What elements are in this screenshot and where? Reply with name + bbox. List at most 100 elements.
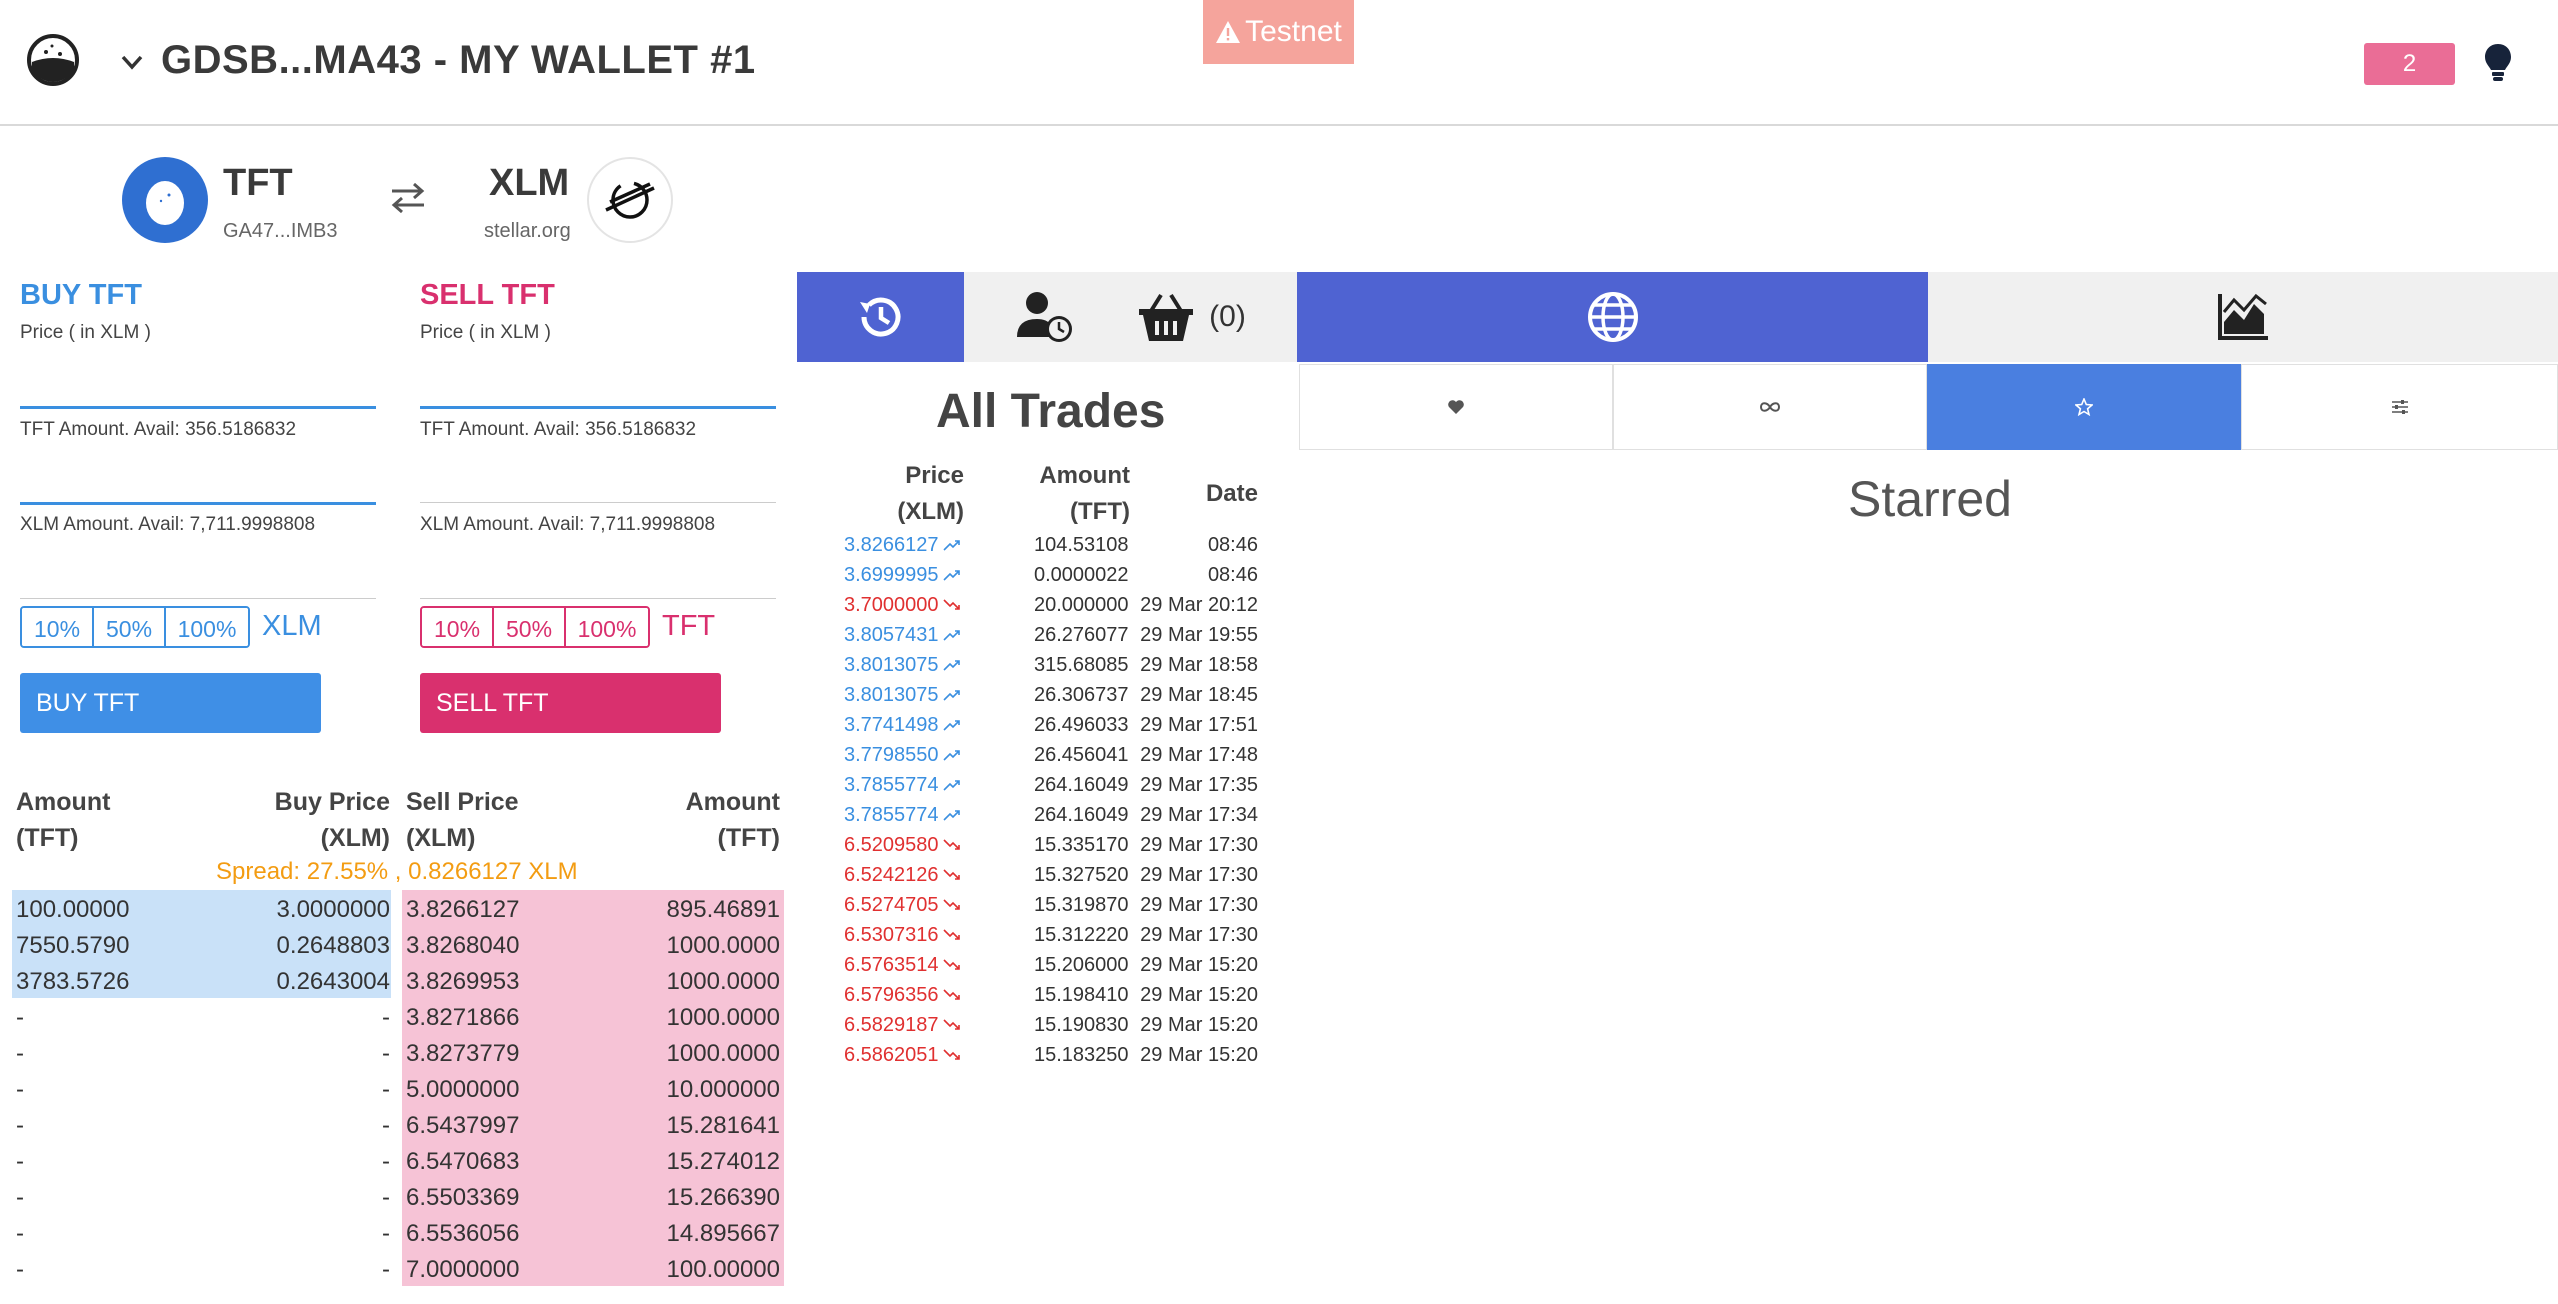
trade-row: 3.7855774 264.16049 29 Mar 17:35 <box>800 771 1270 801</box>
sell-tft-amount-input[interactable] <box>420 464 776 500</box>
sell-tft-button[interactable]: SELL TFT <box>420 673 721 733</box>
trend-down-icon <box>942 1049 960 1060</box>
orderbook-row[interactable]: - -6.5503369 15.266390 <box>0 1180 800 1216</box>
ob-sell-price-header: Sell Price (XLM) <box>406 788 519 852</box>
trades-price-header: Price (XLM) <box>897 462 964 525</box>
tab-trade-history[interactable] <box>797 272 964 362</box>
orderbook-row[interactable]: - -6.5470683 15.274012 <box>0 1144 800 1180</box>
filter-favorites[interactable] <box>1299 364 1613 450</box>
orderbook-row[interactable]: - -3.8273779 1000.0000 <box>0 1036 800 1072</box>
trade-price: 6.5763514 <box>844 954 961 977</box>
trade-price-value: 3.7798550 <box>844 744 939 766</box>
tab-charts[interactable] <box>1928 272 2558 362</box>
ob-ask-amount: 1000.0000 <box>666 1040 780 1067</box>
trade-amount: 26.496033 <box>1034 714 1129 736</box>
buy-tft-button[interactable]: BUY TFT <box>20 673 321 733</box>
trend-down-icon <box>942 959 960 970</box>
sell-10-percent-button[interactable]: 10% <box>422 608 494 646</box>
cart-count: (0) <box>1209 300 1246 333</box>
trades-amount-header: Amount (TFT) <box>1039 462 1130 525</box>
ob-bid-amount: 7550.5790 <box>16 932 130 959</box>
trade-price-value: 6.5274705 <box>844 894 939 916</box>
ob-bid-amount: - <box>16 1256 24 1283</box>
filter-settings[interactable] <box>2241 364 2558 450</box>
ob-ask-amount: 895.46891 <box>666 896 780 923</box>
filter-starred[interactable] <box>1927 364 2241 450</box>
orderbook-row[interactable]: 3783.5726 0.2643004 3.8269953 1000.0000 <box>0 964 800 1000</box>
trend-down-icon <box>942 599 960 610</box>
app-header: GDSB...MA43 - MY WALLET #1 Testnet 2 <box>0 0 2558 126</box>
ob-sell-price: 6.5536056 <box>406 1220 520 1247</box>
tab-my-trades[interactable]: (0) <box>964 272 1297 362</box>
trade-date: 29 Mar 15:20 <box>1140 1044 1258 1066</box>
trade-date: 29 Mar 19:55 <box>1140 624 1258 646</box>
trade-row: 3.8057431 26.276077 29 Mar 19:55 <box>800 621 1270 651</box>
trend-up-icon <box>942 720 960 731</box>
buy-percent-group: 10% 50% 100% <box>20 606 250 648</box>
trade-price: 3.8013075 <box>844 654 961 677</box>
ob-ask-amount: 10.000000 <box>666 1076 780 1103</box>
sell-price-input[interactable] <box>420 368 776 404</box>
trade-amount: 26.306737 <box>1034 684 1129 706</box>
ob-buy-price: - <box>382 1076 390 1103</box>
ob-buy-price: 0.2648803 <box>276 932 390 959</box>
tab-markets[interactable] <box>1297 272 1928 362</box>
basket-icon <box>1139 293 1194 341</box>
buy-form-title: BUY TFT <box>20 279 142 311</box>
orderbook-row[interactable]: - -3.8271866 1000.0000 <box>0 1000 800 1036</box>
trade-amount: 15.183250 <box>1034 1044 1129 1066</box>
orderbook-row[interactable]: - -6.5437997 15.281641 <box>0 1108 800 1144</box>
orderbook-row[interactable]: 100.00000 3.0000000 3.8266127 895.46891 <box>0 892 800 928</box>
trend-up-icon <box>942 660 960 671</box>
trend-down-icon <box>942 929 960 940</box>
trade-date: 29 Mar 20:12 <box>1140 594 1258 616</box>
app-logo-icon[interactable] <box>22 32 84 94</box>
buy-10-percent-button[interactable]: 10% <box>22 608 94 646</box>
orderbook-row[interactable]: - -5.0000000 10.000000 <box>0 1072 800 1108</box>
trade-price: 6.5829187 <box>844 1014 961 1037</box>
trade-row: 6.5242126 15.327520 29 Mar 17:30 <box>800 861 1270 891</box>
trade-price-value: 6.5242126 <box>844 864 939 886</box>
buy-50-percent-button[interactable]: 50% <box>94 608 166 646</box>
sell-price-label: Price ( in XLM ) <box>420 322 551 343</box>
buy-100-percent-button[interactable]: 100% <box>166 608 248 646</box>
wallet-title[interactable]: GDSB...MA43 - MY WALLET #1 <box>161 38 756 83</box>
trade-date: 29 Mar 18:45 <box>1140 684 1258 706</box>
trade-row: 6.5274705 15.319870 29 Mar 17:30 <box>800 891 1270 921</box>
ob-ask-amount: 100.00000 <box>666 1256 780 1283</box>
sell-100-percent-button[interactable]: 100% <box>566 608 648 646</box>
orderbook-row[interactable]: - -7.0000000 100.00000 <box>0 1252 800 1288</box>
trade-amount: 264.16049 <box>1034 774 1129 796</box>
ob-sell-price: 3.8266127 <box>406 896 520 923</box>
buy-xlm-amount-input[interactable] <box>20 560 376 596</box>
orderbook-row[interactable]: - -6.5536056 14.895667 <box>0 1216 800 1252</box>
sell-xlm-amount-input[interactable] <box>420 560 776 596</box>
lightbulb-icon[interactable] <box>2483 42 2513 84</box>
trade-date: 08:46 <box>1207 564 1258 586</box>
buy-xlm-amount-label: XLM Amount. Avail: 7,711.9998808 <box>20 514 316 535</box>
trade-date: 29 Mar 17:30 <box>1140 834 1258 856</box>
sell-50-percent-button[interactable]: 50% <box>494 608 566 646</box>
trade-row: 6.5829187 15.190830 29 Mar 15:20 <box>800 1011 1270 1041</box>
chevron-down-icon[interactable] <box>118 48 146 76</box>
orderbook-row[interactable]: 7550.5790 0.2648803 3.8268040 1000.0000 <box>0 928 800 964</box>
trade-price-value: 3.8266127 <box>844 534 939 556</box>
ob-bid-amount: - <box>16 1004 24 1031</box>
chart-area-icon <box>2218 293 2268 340</box>
swap-icon[interactable] <box>386 176 430 220</box>
buy-tft-amount-label: TFT Amount. Avail: 356.5186832 <box>20 419 297 440</box>
trend-up-icon <box>942 540 960 551</box>
notification-badge[interactable]: 2 <box>2364 43 2455 85</box>
trade-row: 6.5862051 15.183250 29 Mar 15:20 <box>800 1041 1270 1071</box>
filter-all[interactable] <box>1613 364 1927 450</box>
ob-sell-price: 3.8271866 <box>406 1004 520 1031</box>
trade-price-value: 6.5763514 <box>844 954 939 976</box>
trade-price-value: 3.8013075 <box>844 684 939 706</box>
trades-date-header: Date <box>1205 480 1258 507</box>
trade-price-value: 6.5307316 <box>844 924 939 946</box>
buy-price-input[interactable] <box>20 368 376 404</box>
buy-tft-amount-input[interactable] <box>20 464 376 500</box>
trade-row: 3.6999995 0.0000022 08:46 <box>800 561 1270 591</box>
trade-date: 29 Mar 17:34 <box>1140 804 1258 826</box>
trade-price-value: 3.7855774 <box>844 804 939 826</box>
